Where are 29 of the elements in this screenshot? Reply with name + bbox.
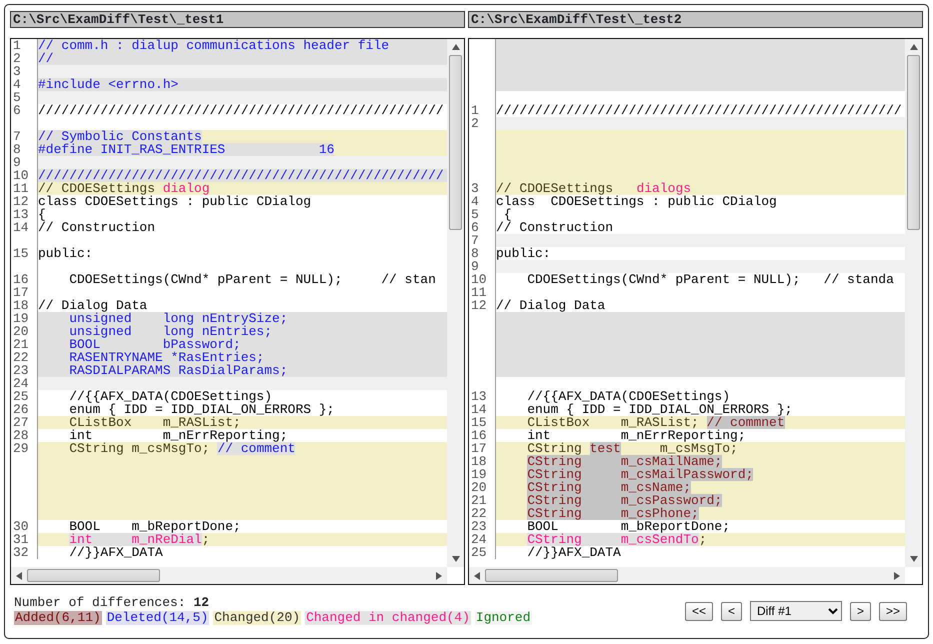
scroll-down-icon[interactable] — [452, 556, 460, 562]
file-path-header: C:\Src\ExamDiff\Test\_test1 — [10, 11, 465, 28]
scroll-left-icon[interactable] — [16, 572, 22, 580]
scroll-down-icon[interactable] — [910, 556, 918, 562]
scroll-thumb[interactable] — [27, 569, 160, 582]
scroll-up-icon[interactable] — [910, 44, 918, 50]
scroll-right-icon[interactable] — [436, 572, 442, 580]
diff-dropdown[interactable]: Diff #1 — [750, 601, 842, 621]
legend-label: Deleted(14,5) — [106, 611, 210, 625]
horizontal-scrollbar[interactable] — [469, 567, 905, 584]
vertical-scrollbar[interactable] — [905, 39, 922, 567]
legend-label: Changed(20) — [213, 611, 302, 625]
scroll-thumb[interactable] — [485, 569, 618, 582]
legend-label: Changed in changed(4) — [305, 611, 471, 625]
horizontal-scrollbar[interactable] — [11, 567, 447, 584]
scroll-right-icon[interactable] — [894, 572, 900, 580]
scroll-up-icon[interactable] — [452, 44, 460, 50]
scroll-thumb[interactable] — [449, 55, 462, 230]
last-diff-button[interactable]: >> — [878, 602, 907, 620]
vertical-scrollbar[interactable] — [447, 39, 464, 567]
first-diff-button[interactable]: << — [684, 602, 713, 620]
legend-label: Ignored — [474, 611, 532, 625]
file-path-header: C:\Src\ExamDiff\Test\_test2 — [468, 11, 923, 28]
difference-count: Number of differences: 12 — [14, 595, 210, 611]
next-diff-button[interactable]: > — [850, 602, 871, 620]
previous-diff-button[interactable]: < — [720, 602, 742, 620]
scroll-thumb[interactable] — [907, 55, 920, 230]
scroll-left-icon[interactable] — [474, 572, 480, 580]
legend-label: Added(6,11) — [14, 611, 102, 625]
